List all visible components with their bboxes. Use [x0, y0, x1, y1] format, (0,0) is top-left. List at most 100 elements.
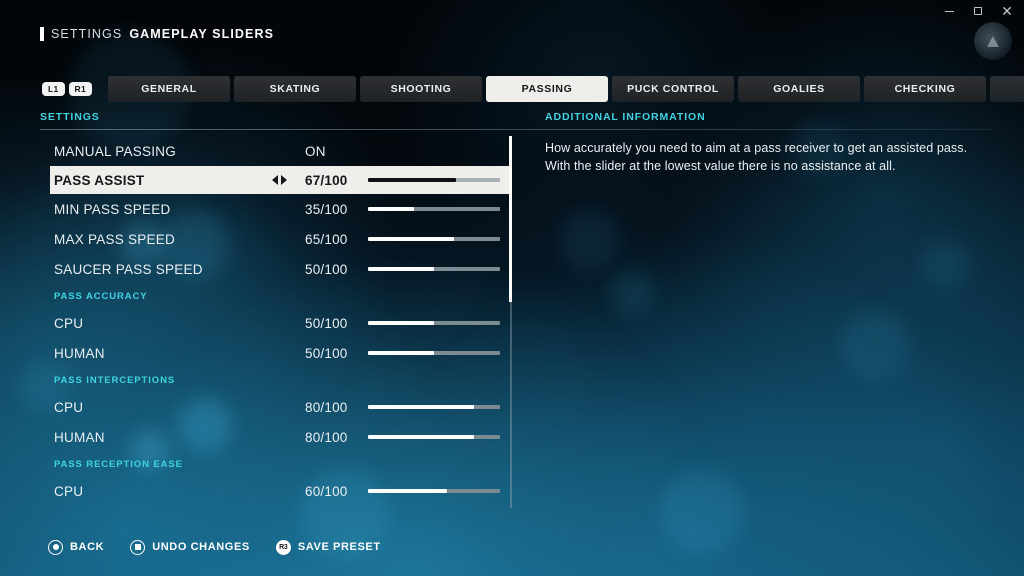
- bokeh-blob: [560, 210, 620, 270]
- slider-fill: [368, 267, 434, 271]
- settings-row-label: MANUAL PASSING: [54, 143, 177, 159]
- prompt-undo-changes[interactable]: UNDO CHANGES: [130, 539, 250, 555]
- breadcrumb-current: GAMEPLAY SLIDERS: [129, 27, 275, 41]
- button-prompt-bar: BACK UNDO CHANGES R3 SAVE PRESET: [48, 536, 381, 558]
- info-column-label: ADDITIONAL INFORMATION: [545, 111, 706, 123]
- close-icon[interactable]: ✕: [992, 0, 1022, 22]
- settings-row-value: 50/100: [305, 345, 348, 361]
- settings-row-value: 50/100: [305, 261, 348, 277]
- additional-information-panel: How accurately you need to aim at a pass…: [545, 140, 975, 176]
- settings-row-label: MAX PASS SPEED: [54, 231, 176, 247]
- settings-group-header: PASS ACCURACY: [54, 290, 148, 302]
- settings-row-label: HUMAN: [54, 429, 105, 445]
- settings-list[interactable]: MANUAL PASSING ON PASS ASSIST 67/100 MIN PAS…: [40, 136, 510, 508]
- tab-puck-control[interactable]: PUCK CONTROL: [612, 76, 734, 102]
- bokeh-blob: [660, 470, 744, 554]
- prompt-label: UNDO CHANGES: [152, 541, 250, 553]
- slider-fill: [368, 435, 474, 439]
- slider-track[interactable]: [368, 351, 500, 355]
- slider-fill: [368, 405, 474, 409]
- slider-track[interactable]: [368, 321, 500, 325]
- tab-overflow[interactable]: [990, 76, 1024, 102]
- settings-row-label: CPU: [54, 399, 84, 415]
- settings-row-value: 60/100: [305, 483, 348, 499]
- tab-general[interactable]: GENERAL: [108, 76, 230, 102]
- settings-column-label: SETTINGS: [40, 111, 100, 123]
- r3-stick-icon: R3: [275, 539, 291, 555]
- settings-row[interactable]: CPU 50/100: [40, 308, 510, 338]
- breadcrumb-settings: SETTINGS: [51, 27, 123, 41]
- bokeh-blob: [840, 310, 910, 380]
- prompt-label: BACK: [70, 541, 105, 553]
- settings-row-value: 80/100: [305, 429, 348, 445]
- slider-track[interactable]: [368, 237, 500, 241]
- chevron-right-icon[interactable]: [281, 175, 287, 185]
- tab-skating[interactable]: SKATING: [234, 76, 356, 102]
- bumper-r1[interactable]: R1: [68, 82, 92, 96]
- settings-row-label: SAUCER PASS SPEED: [54, 261, 203, 277]
- settings-row[interactable]: MAX PASS SPEED 65/100: [40, 224, 510, 254]
- bumper-hints: L1 R1: [42, 82, 92, 96]
- prompt-save-preset[interactable]: R3 SAVE PRESET: [275, 539, 381, 555]
- prompt-label: SAVE PRESET: [297, 541, 381, 553]
- settings-row-label: PASS ASSIST: [54, 172, 145, 188]
- square-button-icon: [130, 539, 146, 555]
- tab-goalies[interactable]: GOALIES: [738, 76, 860, 102]
- settings-row-label: CPU: [54, 315, 84, 331]
- tab-shooting[interactable]: SHOOTING: [360, 76, 482, 102]
- prompt-back[interactable]: BACK: [48, 539, 105, 555]
- settings-row-value: 80/100: [305, 399, 348, 415]
- slider-track[interactable]: [368, 489, 500, 493]
- circle-glyph-icon: [52, 544, 59, 550]
- settings-row-label: HUMAN: [54, 345, 105, 361]
- settings-row[interactable]: SAUCER PASS SPEED 50/100: [40, 254, 510, 284]
- title-accent-bar: [40, 27, 44, 41]
- maximize-icon[interactable]: [963, 0, 993, 22]
- slider-fill: [368, 489, 448, 493]
- settings-row[interactable]: MANUAL PASSING ON: [40, 136, 510, 166]
- info-description: How accurately you need to aim at a pass…: [545, 141, 968, 173]
- minimize-icon[interactable]: [934, 0, 964, 22]
- settings-row-value: 35/100: [305, 201, 348, 217]
- slider-track[interactable]: [368, 178, 500, 182]
- chevron-left-icon[interactable]: [272, 175, 278, 185]
- avatar: [974, 22, 1012, 60]
- settings-row[interactable]: CPU 80/100: [40, 392, 510, 422]
- header-divider: [40, 129, 992, 130]
- avatar-mark-icon: [987, 36, 999, 47]
- slider-track[interactable]: [368, 435, 500, 439]
- settings-row[interactable]: HUMAN 80/100: [40, 422, 510, 452]
- settings-row-selected[interactable]: PASS ASSIST 67/100: [50, 166, 510, 194]
- category-tabbar: L1 R1 GENERAL SKATING SHOOTING PASSING PUCK C…: [42, 76, 1024, 102]
- slider-track[interactable]: [368, 207, 500, 211]
- slider-fill: [368, 207, 415, 211]
- circle-button-icon: [48, 539, 63, 555]
- slider-fill: [368, 321, 434, 325]
- scrollbar-thumb[interactable]: [509, 136, 512, 302]
- settings-row-value: 50/100: [305, 315, 348, 331]
- tab-passing[interactable]: PASSING: [486, 76, 608, 102]
- page-title: SETTINGS GAMEPLAY SLIDERS: [40, 27, 274, 41]
- bokeh-blob: [920, 240, 970, 290]
- slider-fill: [368, 178, 457, 182]
- settings-row[interactable]: MIN PASS SPEED 35/100: [40, 194, 510, 224]
- slider-fill: [368, 237, 454, 241]
- column-headers: SETTINGS ADDITIONAL INFORMATION: [40, 111, 996, 129]
- slider-track[interactable]: [368, 267, 500, 271]
- settings-row-value: 65/100: [305, 231, 348, 247]
- bokeh-blob: [610, 270, 654, 314]
- slider-track[interactable]: [368, 405, 500, 409]
- tab-checking[interactable]: CHECKING: [864, 76, 986, 102]
- value-stepper-arrows[interactable]: [272, 175, 287, 185]
- bumper-l1[interactable]: L1: [42, 82, 65, 96]
- settings-group-header: PASS RECEPTION EASE: [54, 458, 183, 470]
- settings-row[interactable]: CPU 60/100: [40, 476, 510, 506]
- window-titlebar: ✕: [0, 0, 1024, 22]
- slider-fill: [368, 351, 434, 355]
- settings-row-label: CPU: [54, 483, 84, 499]
- settings-row-label: MIN PASS SPEED: [54, 201, 171, 217]
- square-glyph-icon: [134, 544, 141, 550]
- settings-row[interactable]: HUMAN 50/100: [40, 338, 510, 368]
- settings-row-value: ON: [305, 143, 326, 159]
- settings-row-value: 67/100: [305, 172, 348, 188]
